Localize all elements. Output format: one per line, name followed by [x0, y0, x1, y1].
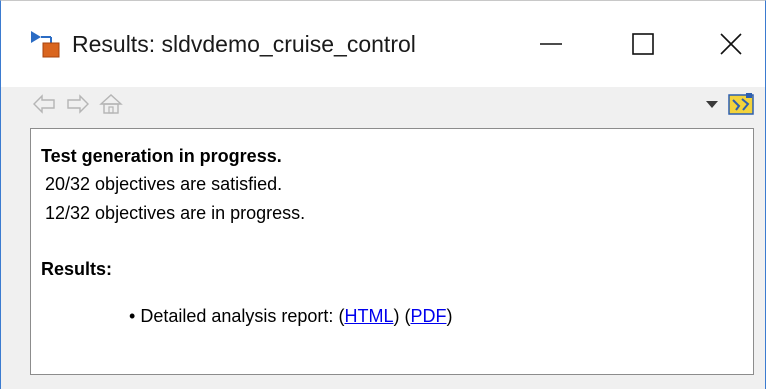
back-arrow-icon[interactable] [32, 93, 56, 115]
simulink-design-verifier-icon [31, 31, 60, 58]
forward-arrow-icon[interactable] [66, 93, 90, 115]
close-paren: ) [446, 306, 453, 326]
pdf-report-link[interactable]: PDF [410, 306, 446, 326]
satisfied-objectives-text: 20/32 objectives are satisfied. [45, 174, 283, 194]
title-bar[interactable]: Results: sldvdemo_cruise_control [1, 1, 765, 87]
close-icon [720, 33, 742, 55]
html-report-link[interactable]: HTML [344, 306, 393, 326]
toolbar [1, 87, 765, 123]
detailed-report-label: Detailed analysis report: [140, 306, 334, 326]
window-title: Results: sldvdemo_cruise_control [72, 31, 416, 57]
report-list-item: • Detailed analysis report: (HTML) (PDF) [129, 305, 452, 327]
close-paren: ) [393, 306, 400, 326]
maximize-icon [632, 33, 654, 55]
chevron-down-icon[interactable] [705, 99, 719, 109]
minimize-button[interactable] [521, 21, 581, 67]
minimize-icon [540, 43, 562, 45]
results-panel: Test generation in progress. 20/32 objec… [30, 128, 754, 375]
results-heading: Results: [41, 259, 113, 279]
sldv-highlight-icon[interactable] [728, 92, 754, 116]
bullet-marker: • [129, 306, 136, 326]
status-heading: Test generation in progress. [41, 146, 282, 166]
maximize-button[interactable] [613, 21, 673, 67]
home-icon[interactable] [99, 93, 123, 115]
results-window: Results: sldvdemo_cruise_control Test ge… [0, 0, 766, 389]
in-progress-objectives-text: 12/32 objectives are in progress. [45, 203, 306, 223]
close-button[interactable] [701, 21, 761, 67]
